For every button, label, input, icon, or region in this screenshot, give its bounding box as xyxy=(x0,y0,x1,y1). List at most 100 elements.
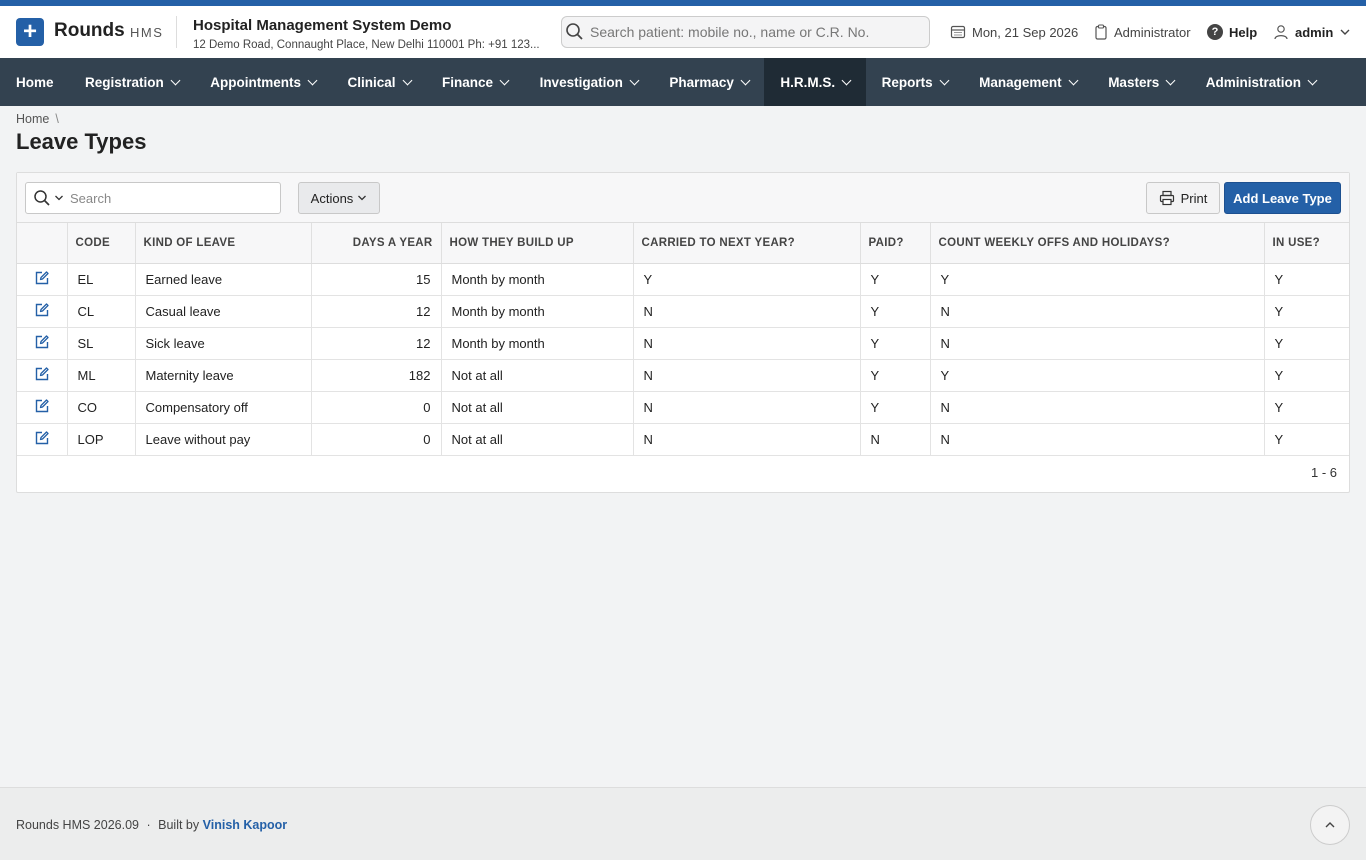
chevron-down-icon xyxy=(841,75,852,85)
nav-item-label: Appointments xyxy=(210,74,302,90)
user-icon xyxy=(1274,25,1288,40)
column-header-paid[interactable]: PAID? xyxy=(860,223,931,264)
nav-item-appointments[interactable]: Appointments xyxy=(194,58,331,106)
brand-name[interactable]: Rounds xyxy=(54,20,125,42)
print-button[interactable]: Print xyxy=(1146,182,1220,214)
cell-in-use: Y xyxy=(1264,263,1349,296)
chevron-down-icon xyxy=(358,195,367,201)
cell-paid: Y xyxy=(860,359,931,392)
nav-item-finance[interactable]: Finance xyxy=(426,58,524,106)
edit-cell xyxy=(17,359,68,392)
help-link[interactable]: ? Help xyxy=(1207,24,1257,40)
edit-icon[interactable] xyxy=(34,398,50,414)
nav-item-label: Reports xyxy=(881,74,933,90)
edit-icon[interactable] xyxy=(34,366,50,382)
column-header-count-weekly-offs[interactable]: COUNT WEEKLY OFFS AND HOLIDAYS? xyxy=(930,223,1265,264)
table-row[interactable]: ML Maternity leave 182 Not at all N Y Y Y xyxy=(17,359,1349,392)
nav-item-label: Pharmacy xyxy=(669,74,734,90)
cell-how-they-build-up: Not at all xyxy=(441,391,634,424)
column-header-edit xyxy=(17,223,68,264)
add-leave-type-button[interactable]: Add Leave Type xyxy=(1224,182,1341,214)
chevron-down-icon xyxy=(939,75,950,85)
nav-item-h-r-m-s[interactable]: H.R.M.S. xyxy=(764,58,866,106)
cell-carried-to-next-year: N xyxy=(633,327,861,360)
chevron-down-icon xyxy=(402,75,412,85)
cell-carried-to-next-year: N xyxy=(633,359,861,392)
cell-count-weekly-offs: Y xyxy=(930,359,1265,392)
chevron-down-icon[interactable] xyxy=(54,193,64,203)
table-row[interactable]: LOP Leave without pay 0 Not at all N N N Y xyxy=(17,423,1349,456)
column-header-carried-to-next-year[interactable]: CARRIED TO NEXT YEAR? xyxy=(633,223,861,264)
cell-kind-of-leave: Sick leave xyxy=(135,327,312,360)
logo-plus-icon[interactable]: + xyxy=(16,18,44,46)
edit-icon[interactable] xyxy=(34,270,50,286)
nav-item-label: Management xyxy=(979,74,1062,90)
user-menu[interactable]: admin xyxy=(1273,24,1351,40)
header-divider xyxy=(176,16,177,48)
nav-item-label: Masters xyxy=(1108,74,1160,90)
breadcrumb-separator: \ xyxy=(55,112,59,126)
footer-dot: · xyxy=(146,818,151,832)
nav-item-management[interactable]: Management xyxy=(963,58,1092,106)
edit-cell xyxy=(17,391,68,424)
table-row[interactable]: CL Casual leave 12 Month by month N Y N Y xyxy=(17,295,1349,328)
edit-cell xyxy=(17,295,68,328)
edit-cell xyxy=(17,327,68,360)
scroll-to-top-button[interactable] xyxy=(1310,805,1350,845)
current-date: Mon, 21 Sep 2026 xyxy=(950,24,1078,40)
breadcrumb-home[interactable]: Home xyxy=(16,112,49,126)
cell-kind-of-leave: Earned leave xyxy=(135,263,312,296)
table-search-input[interactable] xyxy=(70,190,260,206)
cell-how-they-build-up: Not at all xyxy=(441,423,634,456)
clipboard-icon xyxy=(1095,24,1107,40)
search-icon xyxy=(566,23,583,40)
table-row[interactable]: CO Compensatory off 0 Not at all N Y N Y xyxy=(17,391,1349,424)
chevron-down-icon xyxy=(740,75,751,85)
nav-item-label: Registration xyxy=(85,74,164,90)
app-header: + Rounds HMS Hospital Management System … xyxy=(0,6,1366,58)
column-header-days-a-year[interactable]: DAYS A YEAR xyxy=(311,223,442,264)
chevron-down-icon xyxy=(1165,75,1176,85)
cell-count-weekly-offs: N xyxy=(930,327,1265,360)
footer-author-link[interactable]: Vinish Kapoor xyxy=(203,818,288,832)
actions-label: Actions xyxy=(310,190,354,206)
table-row[interactable]: EL Earned leave 15 Month by month Y Y Y Y xyxy=(17,263,1349,296)
main-navbar: Home Registration Appointments Clinical Fina… xyxy=(0,58,1366,106)
edit-icon[interactable] xyxy=(34,430,50,446)
nav-item-pharmacy[interactable]: Pharmacy xyxy=(653,58,764,106)
cell-days-a-year: 0 xyxy=(311,391,442,424)
nav-item-clinical[interactable]: Clinical xyxy=(332,58,427,106)
footer-text: Rounds HMS 2026.09 · Built by Vinish Kap… xyxy=(16,818,287,832)
cell-paid: Y xyxy=(860,295,931,328)
column-header-how-they-build-up[interactable]: HOW THEY BUILD UP xyxy=(441,223,634,264)
nav-item-masters[interactable]: Masters xyxy=(1092,58,1190,106)
table-search[interactable] xyxy=(25,182,281,214)
nav-item-administration[interactable]: Administration xyxy=(1190,58,1332,106)
table-row[interactable]: SL Sick leave 12 Month by month N Y N Y xyxy=(17,327,1349,360)
cell-code: CO xyxy=(67,391,136,424)
patient-search[interactable] xyxy=(561,16,930,48)
pagination-info: 1 - 6 xyxy=(1310,465,1337,480)
chevron-down-icon xyxy=(629,75,640,85)
edit-icon[interactable] xyxy=(34,334,50,350)
cell-in-use: Y xyxy=(1264,295,1349,328)
chevron-down-icon xyxy=(1068,75,1079,85)
cell-count-weekly-offs: N xyxy=(930,423,1265,456)
cell-how-they-build-up: Month by month xyxy=(441,295,634,328)
role-menu[interactable]: Administrator xyxy=(1094,24,1191,40)
column-header-kind-of-leave[interactable]: KIND OF LEAVE xyxy=(135,223,312,264)
nav-item-reports[interactable]: Reports xyxy=(866,58,964,106)
nav-item-investigation[interactable]: Investigation xyxy=(524,58,654,106)
cell-days-a-year: 0 xyxy=(311,423,442,456)
nav-item-home[interactable]: Home xyxy=(0,58,69,106)
chevron-down-icon xyxy=(499,75,510,85)
column-header-code[interactable]: CODE xyxy=(67,223,136,264)
patient-search-input[interactable] xyxy=(590,24,920,40)
column-header-in-use[interactable]: IN USE? xyxy=(1264,223,1349,264)
actions-button[interactable]: Actions xyxy=(298,182,380,214)
brand-sub: HMS xyxy=(130,25,164,40)
chevron-up-icon xyxy=(1325,822,1335,828)
nav-item-registration[interactable]: Registration xyxy=(69,58,194,106)
cell-kind-of-leave: Casual leave xyxy=(135,295,312,328)
edit-icon[interactable] xyxy=(34,302,50,318)
